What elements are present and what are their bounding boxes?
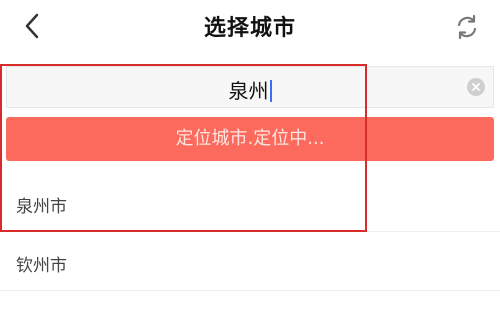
city-item-label: 钦州市 <box>16 256 67 276</box>
text-cursor <box>269 80 272 102</box>
clear-circle-icon <box>472 83 480 91</box>
city-item-label: 泉州市 <box>16 197 67 217</box>
city-item-qinzhou[interactable]: 钦州市 <box>0 233 500 291</box>
search-field-text: 泉州 <box>7 75 493 104</box>
refresh-icon <box>457 14 477 40</box>
page-title: 选择城市 <box>203 16 296 41</box>
city-item-quanzhou[interactable]: 泉州市 <box>0 174 500 232</box>
refresh-button[interactable] <box>450 10 484 44</box>
locate-city-button[interactable]: 定位城市.定位中... <box>6 117 494 161</box>
search-value: 泉州 <box>228 79 269 103</box>
clear-search-button[interactable] <box>467 78 485 96</box>
city-search-input[interactable]: 泉州 <box>6 66 494 108</box>
top-bar: 选择城市 <box>0 0 500 52</box>
